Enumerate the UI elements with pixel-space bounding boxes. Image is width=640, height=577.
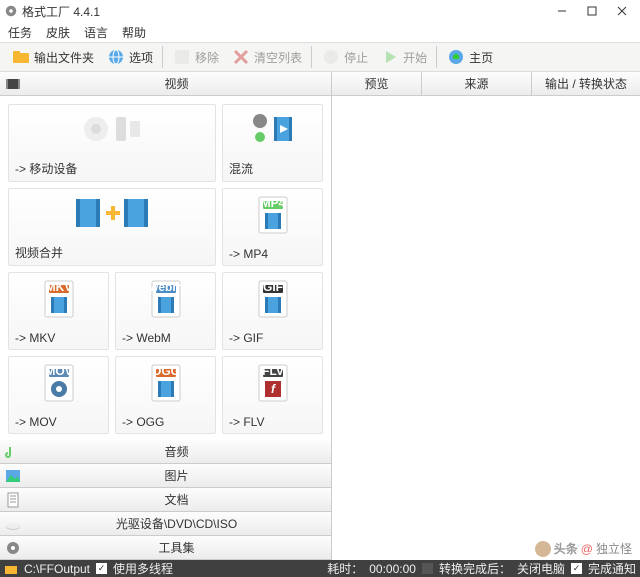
window-title: 格式工厂 4.4.1 [22,3,548,20]
after-checkbox[interactable] [422,563,433,574]
svg-text:GIF: GIF [263,280,283,294]
after-value[interactable]: 关闭电脑 [517,560,565,577]
mux-icon [250,111,296,150]
right-pane: 预览 来源 输出 / 转换状态 [332,72,640,560]
multithread-label: 使用多线程 [113,560,173,577]
menubar: 任务 皮肤 语言 帮助 [0,22,640,42]
list-body[interactable] [332,96,640,560]
avatar-icon [535,541,551,557]
col-source[interactable]: 来源 [422,72,532,95]
tile-merge[interactable]: 视频合并 [8,188,216,266]
svg-text:MOV: MOV [45,364,72,378]
remove-button[interactable]: 移除 [167,44,224,70]
category-picture[interactable]: 图片 [0,464,331,488]
tile-mkv[interactable]: MKV -> MKV [8,272,109,350]
play-icon [380,47,400,67]
output-path[interactable]: C:\FFOutput [24,562,90,576]
multithread-checkbox[interactable]: ✓ [96,563,107,574]
svg-text:MP4: MP4 [260,196,285,210]
category-tools[interactable]: 工具集 [0,536,331,560]
separator [311,46,312,68]
globe-icon [106,47,126,67]
menu-help[interactable]: 帮助 [122,24,146,41]
menu-task[interactable]: 任务 [8,24,32,41]
left-pane: 视频 -> 移动设备 混流 视频合并 MP4 -> MP4 MKV -> MKV [0,72,332,560]
category-document[interactable]: 文档 [0,488,331,512]
merge-icon [72,195,152,234]
svg-text:FLV: FLV [262,364,284,378]
after-label: 转换完成后： [439,560,511,577]
remove-icon [172,47,192,67]
tile-webm[interactable]: webm -> WebM [115,272,216,350]
folder-icon[interactable] [4,562,18,576]
minimize-button[interactable] [548,2,576,20]
svg-text:webm: webm [148,280,183,294]
toolbar: 输出文件夹 选项 移除 清空列表 停止 开始 主页 [0,42,640,72]
app-icon [4,4,18,18]
watermark: 头条 @ 独立怪 [535,540,632,557]
list-header: 预览 来源 输出 / 转换状态 [332,72,640,96]
disc-icon [4,515,22,533]
home-icon [446,47,466,67]
clear-icon [231,47,251,67]
ogg-icon: OGG [148,363,184,406]
statusbar: C:\FFOutput ✓ 使用多线程 耗时： 00:00:00 转换完成后： … [0,560,640,577]
tile-ogg[interactable]: OGG -> OGG [115,356,216,434]
category-video[interactable]: 视频 [0,72,331,96]
maximize-button[interactable] [578,2,606,20]
mobile-icon [82,111,142,150]
col-status[interactable]: 输出 / 转换状态 [532,72,640,95]
titlebar: 格式工厂 4.4.1 [0,0,640,22]
mov-icon: MOV [41,363,77,406]
tools-icon [4,539,22,557]
separator [162,46,163,68]
category-audio[interactable]: 音频 [0,440,331,464]
start-button[interactable]: 开始 [375,44,432,70]
elapsed-label: 耗时： [327,560,363,577]
tile-mov[interactable]: MOV -> MOV [8,356,109,434]
tile-mobile[interactable]: -> 移动设备 [8,104,216,182]
output-folder-button[interactable]: 输出文件夹 [6,44,99,70]
home-button[interactable]: 主页 [441,44,498,70]
svg-text:MKV: MKV [45,280,72,294]
flv-icon: FLVf [255,363,291,406]
video-icon [4,75,22,93]
mp4-icon: MP4 [255,195,291,238]
tile-gif[interactable]: GIF -> GIF [222,272,323,350]
mkv-icon: MKV [41,279,77,322]
stop-button[interactable]: 停止 [316,44,373,70]
audio-icon [4,443,22,461]
gif-icon: GIF [255,279,291,322]
col-preview[interactable]: 预览 [332,72,422,95]
menu-skin[interactable]: 皮肤 [46,24,70,41]
clear-button[interactable]: 清空列表 [226,44,307,70]
stop-icon [321,47,341,67]
video-grid: -> 移动设备 混流 视频合并 MP4 -> MP4 MKV -> MKV we… [0,96,331,440]
notify-label: 完成通知 [588,560,636,577]
document-icon [4,491,22,509]
tile-mp4[interactable]: MP4 -> MP4 [222,188,323,266]
category-dvd[interactable]: 光驱设备\DVD\CD\ISO [0,512,331,536]
menu-language[interactable]: 语言 [84,24,108,41]
elapsed-value: 00:00:00 [369,562,416,576]
separator [436,46,437,68]
webm-icon: webm [148,279,184,322]
notify-checkbox[interactable]: ✓ [571,563,582,574]
options-button[interactable]: 选项 [101,44,158,70]
close-button[interactable] [608,2,636,20]
picture-icon [4,467,22,485]
tile-mux[interactable]: 混流 [222,104,323,182]
svg-text:OGG: OGG [151,364,179,378]
tile-flv[interactable]: FLVf -> FLV [222,356,323,434]
folder-icon [11,47,31,67]
